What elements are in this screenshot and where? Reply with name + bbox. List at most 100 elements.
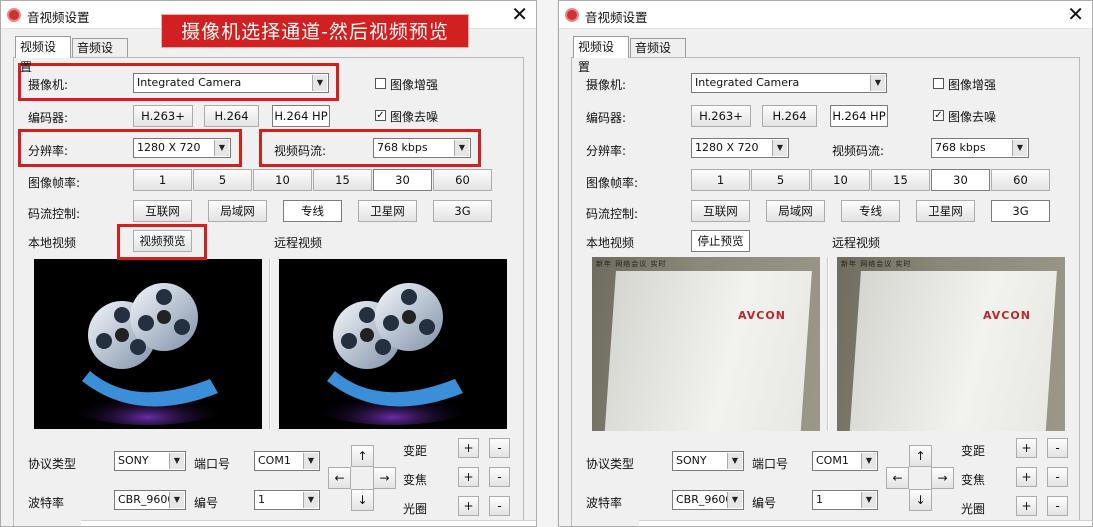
- encoder-label: 编码器:: [28, 111, 69, 125]
- encoder-h263-button[interactable]: H.263+: [133, 105, 193, 127]
- window-title: 音视频设置: [27, 10, 90, 25]
- iris-plus-button[interactable]: +: [1016, 496, 1037, 516]
- zoom-minus-button[interactable]: -: [489, 438, 510, 458]
- encoder-h263-button[interactable]: H.263+: [691, 105, 751, 127]
- protocol-label: 协议类型: [586, 457, 635, 471]
- zoom-plus-button[interactable]: +: [1016, 438, 1037, 458]
- ptz-up-button[interactable]: ↑: [909, 445, 932, 467]
- focus-plus-button[interactable]: +: [458, 467, 479, 487]
- framerate-30-button[interactable]: 30: [931, 169, 990, 191]
- rate-control-label: 码流控制:: [28, 207, 81, 221]
- ptz-right-button[interactable]: →: [373, 467, 396, 489]
- port-select[interactable]: COM1 ▼: [812, 451, 878, 471]
- encoder-h264-button[interactable]: H.264: [762, 105, 817, 127]
- framerate-15-button[interactable]: 15: [313, 169, 372, 191]
- stream-select-value: 768 kbps: [935, 141, 986, 154]
- baud-select[interactable]: CBR_9600 ▼: [672, 490, 744, 510]
- ptz-left-button[interactable]: ←: [328, 467, 351, 489]
- enhance-label: 图像增强: [948, 78, 997, 92]
- iris-minus-button[interactable]: -: [1047, 496, 1068, 516]
- tab-video-settings[interactable]: 视频设置: [15, 36, 71, 74]
- enhance-checkbox[interactable]: [933, 78, 944, 89]
- number-select[interactable]: 1 ▼: [812, 490, 878, 510]
- camera-select[interactable]: Integrated Camera ▼: [691, 73, 887, 93]
- network-internet-button[interactable]: 互联网: [133, 200, 192, 222]
- protocol-select[interactable]: SONY ▼: [114, 451, 186, 471]
- network-lan-button[interactable]: 局域网: [766, 200, 825, 222]
- number-select[interactable]: 1 ▼: [254, 490, 320, 510]
- focus-minus-button[interactable]: -: [1047, 467, 1068, 487]
- close-icon[interactable]: ✕: [1067, 3, 1084, 25]
- framerate-30-button[interactable]: 30: [373, 169, 432, 191]
- network-3g-button[interactable]: 3G: [433, 200, 492, 222]
- avcon-logo: AVCON: [738, 309, 786, 322]
- baud-select[interactable]: CBR_9600 ▼: [114, 490, 186, 510]
- tab-audio-settings[interactable]: 音频设置: [630, 38, 686, 73]
- film-reel-icon: [58, 283, 238, 425]
- zoom-minus-button[interactable]: -: [1047, 438, 1068, 458]
- zoom-label: 变距: [961, 444, 986, 458]
- port-select[interactable]: COM1 ▼: [254, 451, 320, 471]
- stream-select[interactable]: 768 kbps ▼: [931, 138, 1029, 158]
- ptz-left-button[interactable]: ←: [886, 467, 909, 489]
- network-leased-line-button[interactable]: 专线: [283, 200, 342, 222]
- resolution-select[interactable]: 1280 X 720 ▼: [691, 138, 789, 158]
- av-settings-dialog-left: 音视频设置 ✕ 视频设置 音频设置 摄像机: Integrated Camera…: [0, 0, 537, 527]
- framerate-label: 图像帧率:: [586, 176, 639, 190]
- camera-select-value: Integrated Camera: [695, 76, 800, 89]
- encoder-h264hp-button[interactable]: H.264 HP: [272, 105, 330, 127]
- title-bar: 音视频设置 ✕: [559, 1, 1092, 29]
- bottom-edge: [81, 520, 536, 526]
- camera-overlay-text: 新年 网络会议 实时: [596, 260, 667, 268]
- network-lan-button[interactable]: 局域网: [208, 200, 267, 222]
- framerate-60-button[interactable]: 60: [433, 169, 492, 191]
- enhance-checkbox[interactable]: [375, 78, 386, 89]
- network-satellite-button[interactable]: 卫星网: [916, 200, 975, 222]
- highlight-stream: [259, 129, 481, 167]
- chevron-down-icon: ▼: [772, 140, 787, 156]
- tab-video-settings[interactable]: 视频设置: [573, 36, 629, 74]
- ptz-up-button[interactable]: ↑: [351, 445, 374, 467]
- focus-minus-button[interactable]: -: [489, 467, 510, 487]
- tab-audio-settings[interactable]: 音频设置: [72, 38, 128, 73]
- iris-label: 光圈: [961, 502, 986, 516]
- framerate-1-button[interactable]: 1: [133, 169, 192, 191]
- network-internet-button[interactable]: 互联网: [691, 200, 750, 222]
- denoise-checkbox[interactable]: ✓: [933, 110, 944, 121]
- framerate-10-button[interactable]: 10: [253, 169, 312, 191]
- local-video-label: 本地视频: [28, 236, 77, 250]
- ptz-down-button[interactable]: ↓: [909, 489, 932, 511]
- network-leased-line-button[interactable]: 专线: [841, 200, 900, 222]
- remote-video-label: 远程视频: [832, 236, 881, 250]
- chevron-down-icon: ▼: [1012, 140, 1027, 156]
- focus-label: 变焦: [403, 473, 428, 487]
- encoder-h264-button[interactable]: H.264: [204, 105, 259, 127]
- chevron-down-icon: ▼: [169, 492, 184, 508]
- network-3g-button[interactable]: 3G: [991, 200, 1050, 222]
- framerate-1-button[interactable]: 1: [691, 169, 750, 191]
- iris-plus-button[interactable]: +: [458, 496, 479, 516]
- framerate-60-button[interactable]: 60: [991, 169, 1050, 191]
- ptz-right-button[interactable]: →: [931, 467, 954, 489]
- stop-preview-button[interactable]: 停止预览: [691, 230, 750, 252]
- chevron-down-icon: ▼: [303, 492, 318, 508]
- remote-video-label: 远程视频: [274, 236, 323, 250]
- framerate-10-button[interactable]: 10: [811, 169, 870, 191]
- network-satellite-button[interactable]: 卫星网: [358, 200, 417, 222]
- denoise-checkbox[interactable]: ✓: [375, 110, 386, 121]
- number-label: 编号: [194, 496, 219, 510]
- ptz-down-button[interactable]: ↓: [351, 489, 374, 511]
- port-label: 端口号: [194, 457, 231, 471]
- focus-plus-button[interactable]: +: [1016, 467, 1037, 487]
- protocol-select[interactable]: SONY ▼: [672, 451, 744, 471]
- framerate-5-button[interactable]: 5: [193, 169, 252, 191]
- framerate-5-button[interactable]: 5: [751, 169, 810, 191]
- highlight-resolution: [18, 129, 242, 167]
- iris-minus-button[interactable]: -: [489, 496, 510, 516]
- encoder-h264hp-button[interactable]: H.264 HP: [830, 105, 888, 127]
- framerate-15-button[interactable]: 15: [871, 169, 930, 191]
- zoom-plus-button[interactable]: +: [458, 438, 479, 458]
- video-divider: [827, 257, 829, 431]
- local-video-label: 本地视频: [586, 236, 635, 250]
- close-icon[interactable]: ✕: [511, 3, 528, 25]
